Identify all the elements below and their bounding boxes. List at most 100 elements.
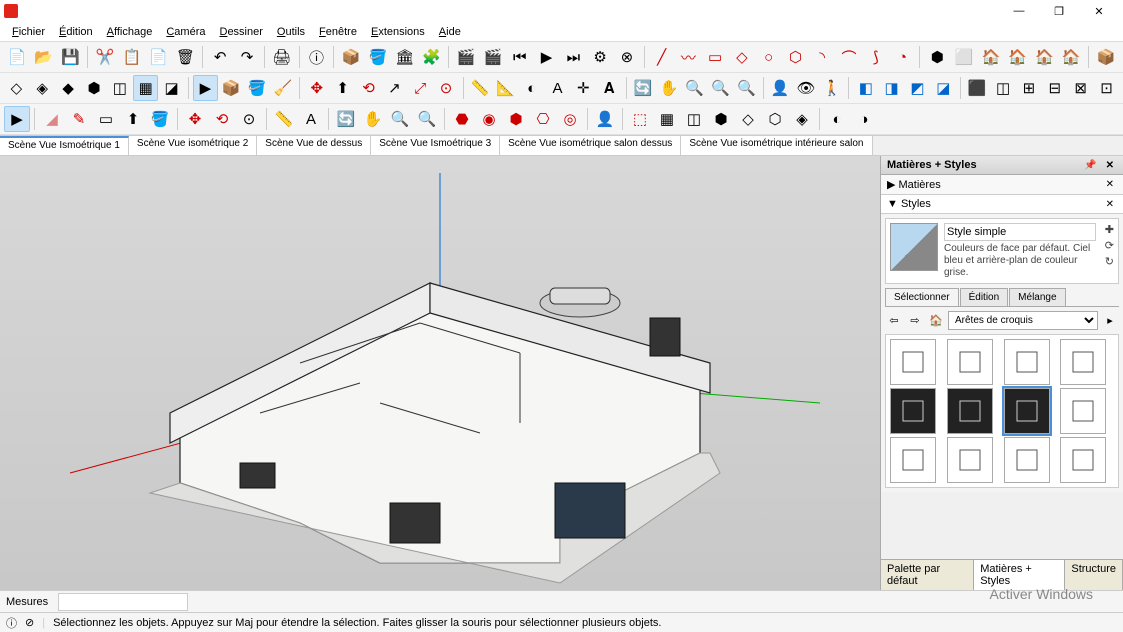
paint2-icon[interactable]: 🪣 — [147, 106, 173, 132]
scene-tab-1[interactable]: Scène Vue Ismoétrique 1 — [0, 136, 129, 155]
box-icon[interactable]: 📦 — [1093, 44, 1119, 70]
style-cell[interactable] — [1004, 437, 1050, 483]
make-component-icon[interactable]: 📦 — [219, 75, 244, 101]
select-arrow-icon[interactable]: ▶ — [4, 106, 30, 132]
section-display-icon[interactable]: ◨ — [879, 75, 904, 101]
text-icon[interactable]: A — [545, 75, 570, 101]
3d-viewport[interactable] — [0, 156, 880, 590]
menu-help[interactable]: Aide — [433, 24, 467, 40]
menu-file[interactable]: Fichier — [6, 24, 51, 40]
warehouse-icon[interactable]: 🏛 — [392, 44, 418, 70]
front-view-icon[interactable]: 🏠 — [978, 44, 1004, 70]
style-cell[interactable] — [890, 437, 936, 483]
pin-icon[interactable]: 📌 — [1081, 160, 1099, 171]
section-materials[interactable]: ▶ Matières ✕ — [881, 175, 1123, 195]
sandbox6-icon[interactable]: ⬡ — [762, 106, 788, 132]
left-view-icon[interactable]: 🏠 — [1058, 44, 1084, 70]
nav-details-icon[interactable]: ▸ — [1101, 312, 1119, 330]
scene-tab-6[interactable]: Scène Vue isométrique intérieure salon — [681, 136, 872, 155]
scene-prev-icon[interactable]: ⏮ — [507, 44, 533, 70]
scene-tab-5[interactable]: Scène Vue isométrique salon dessus — [500, 136, 681, 155]
pushpull2-icon[interactable]: ⬆ — [120, 106, 146, 132]
circle-icon[interactable]: ○ — [756, 44, 782, 70]
style-tab-select[interactable]: Sélectionner — [885, 288, 959, 306]
rect2-icon[interactable]: ▭ — [93, 106, 119, 132]
scene-delete-icon[interactable]: ⊗ — [614, 44, 640, 70]
shape2-icon[interactable]: ◈ — [30, 75, 55, 101]
save-icon[interactable]: 💾 — [58, 44, 84, 70]
sandbox1-icon[interactable]: ⬚ — [627, 106, 653, 132]
3dtext-icon[interactable]: 𝐀 — [597, 75, 622, 101]
section-styles-close-icon[interactable]: ✕ — [1103, 199, 1117, 210]
section-icon[interactable]: ◧ — [853, 75, 878, 101]
copy-icon[interactable]: 📋 — [119, 44, 145, 70]
menu-extensions[interactable]: Extensions — [365, 24, 431, 40]
menu-window[interactable]: Fenêtre — [313, 24, 363, 40]
maximize-button[interactable]: ❐ — [1039, 0, 1079, 22]
delete-icon[interactable]: 🗑 — [173, 44, 199, 70]
user-icon[interactable]: 👤 — [592, 106, 618, 132]
open-file-icon[interactable]: 📂 — [31, 44, 57, 70]
solid3-icon[interactable]: ⊞ — [1016, 75, 1041, 101]
paint-bucket-icon[interactable]: 🪣 — [245, 75, 270, 101]
style-refresh-icon[interactable]: ↻ — [1105, 255, 1114, 268]
plugin5-icon[interactable]: ◎ — [557, 106, 583, 132]
style-cell[interactable] — [1004, 388, 1050, 434]
undo-icon[interactable]: ↶ — [207, 44, 233, 70]
arc2-icon[interactable]: ⌒ — [836, 44, 862, 70]
plugin2-icon[interactable]: ◉ — [476, 106, 502, 132]
status-help-icon[interactable]: ⊘ — [25, 616, 34, 629]
component-icon[interactable]: 📦 — [338, 44, 364, 70]
back-view-icon[interactable]: 🏠 — [1031, 44, 1057, 70]
paint-icon[interactable]: 🪣 — [365, 44, 391, 70]
zoomext2-icon[interactable]: 🔍 — [414, 106, 440, 132]
solid4-icon[interactable]: ⊟ — [1042, 75, 1067, 101]
scene-tab-3[interactable]: Scène Vue de dessus — [257, 136, 371, 155]
shape3-icon[interactable]: ◆ — [56, 75, 81, 101]
solid6-icon[interactable]: ⊡ — [1094, 75, 1119, 101]
scene-tab-2[interactable]: Scène Vue isométrique 2 — [129, 136, 257, 155]
iso-view-icon[interactable]: ⬢ — [924, 44, 950, 70]
sandbox5-icon[interactable]: ◇ — [735, 106, 761, 132]
pan2-icon[interactable]: ✋ — [360, 106, 386, 132]
style-cell[interactable] — [890, 339, 936, 385]
minimize-button[interactable]: — — [999, 0, 1039, 22]
section-fill-icon[interactable]: ◪ — [931, 75, 956, 101]
style-cell[interactable] — [947, 339, 993, 385]
orbit-icon[interactable]: 🔄 — [631, 75, 656, 101]
shape6-icon[interactable]: ▦ — [133, 75, 158, 101]
print-icon[interactable]: 🖨 — [269, 44, 295, 70]
menu-view[interactable]: Affichage — [101, 24, 159, 40]
nav-back-icon[interactable]: ⇦ — [885, 312, 903, 330]
orbit2-icon[interactable]: 🔄 — [333, 106, 359, 132]
shape4-icon[interactable]: ⬢ — [82, 75, 107, 101]
extension-icon[interactable]: 🧩 — [419, 44, 445, 70]
menu-draw[interactable]: Dessiner — [213, 24, 268, 40]
style-update-icon[interactable]: ⟳ — [1105, 239, 1114, 252]
zoom-window-icon[interactable]: 🔍 — [708, 75, 733, 101]
plugin4-icon[interactable]: ⎔ — [530, 106, 556, 132]
move2-icon[interactable]: ✥ — [182, 106, 208, 132]
sandbox4-icon[interactable]: ⬢ — [708, 106, 734, 132]
shape1-icon[interactable]: ◇ — [4, 75, 29, 101]
close-button[interactable]: ✕ — [1079, 0, 1119, 22]
scene-settings-icon[interactable]: ⚙ — [587, 44, 613, 70]
rotate2-icon[interactable]: ⟲ — [209, 106, 235, 132]
select-tool-icon[interactable]: ▶ — [193, 75, 218, 101]
panel-close-icon[interactable]: ✕ — [1103, 160, 1117, 171]
shape5-icon[interactable]: ◫ — [107, 75, 132, 101]
move-icon[interactable]: ✥ — [304, 75, 329, 101]
menu-tools[interactable]: Outils — [271, 24, 311, 40]
scene-add-icon[interactable]: 🎬 — [453, 44, 479, 70]
extra2-icon[interactable]: ◑ — [851, 106, 877, 132]
model-info-icon[interactable]: ⓘ — [304, 44, 330, 70]
tape-icon[interactable]: 📏 — [467, 75, 492, 101]
arc-icon[interactable]: ◝ — [809, 44, 835, 70]
style-cell[interactable] — [1060, 388, 1106, 434]
eraser-icon[interactable]: 🧹 — [271, 75, 296, 101]
style-tab-mix[interactable]: Mélange — [1009, 288, 1065, 306]
style-cell[interactable] — [947, 388, 993, 434]
style-cell[interactable] — [1060, 437, 1106, 483]
redo-icon[interactable]: ↷ — [234, 44, 260, 70]
look-around-icon[interactable]: 👁 — [794, 75, 819, 101]
